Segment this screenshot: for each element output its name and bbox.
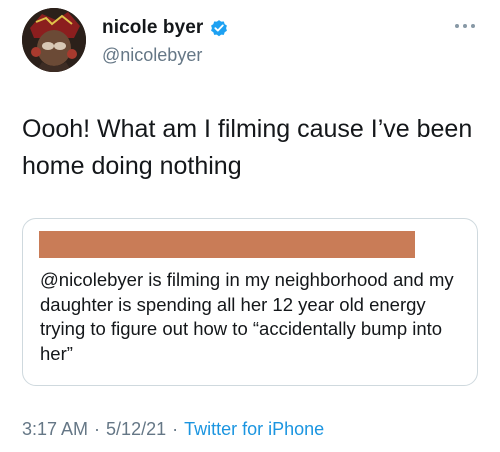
avatar[interactable] [22,8,86,72]
meta-separator: · [94,419,101,439]
meta-separator-2: · [172,419,179,439]
quoted-tweet-text: @nicolebyer is filming in my neighborhoo… [40,269,454,364]
tweet-source-link[interactable]: Twitter for iPhone [184,419,324,440]
author-name-row[interactable]: nicole byer [102,17,229,39]
quoted-tweet-card[interactable]: @nicolebyer is filming in my neighborhoo… [22,218,478,386]
tweet-metadata: 3:17 AM · 5/12/21 · Twitter for iPhone [22,419,324,440]
tweet-time[interactable]: 3:17 AM [22,419,88,440]
redaction-bar [39,231,415,258]
tweet-date[interactable]: 5/12/21 [106,419,166,440]
verified-badge-icon [209,18,229,38]
avatar-photo [22,8,86,72]
tweet: nicole byer @nicolebyer Oooh! What am I … [0,0,500,452]
handle[interactable]: @nicolebyer [102,45,202,66]
tweet-text: Oooh! What am I filming cause I’ve been … [22,115,473,180]
display-name[interactable]: nicole byer [102,17,203,39]
more-options-icon[interactable] [452,19,478,33]
